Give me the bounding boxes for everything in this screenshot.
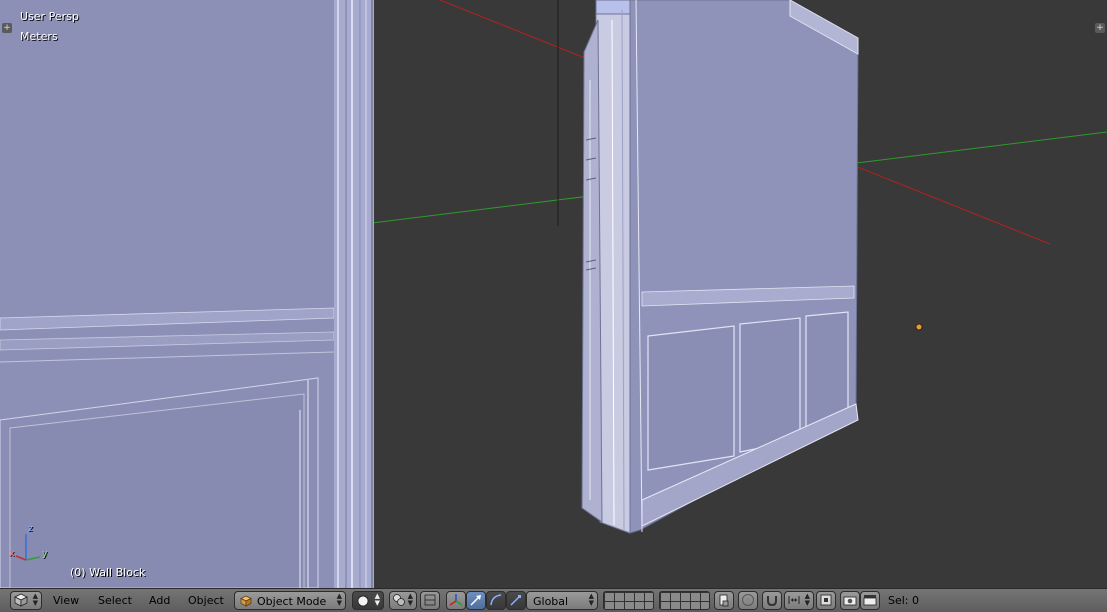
- mode-dropdown[interactable]: Object Mode ▲ ▼: [234, 591, 346, 610]
- pivot-point-button[interactable]: ▲ ▼: [389, 591, 417, 610]
- render-opengl-button[interactable]: [840, 591, 860, 610]
- selection-count: Sel: 0: [888, 594, 920, 607]
- snap-target-icon: [820, 594, 832, 606]
- snap-target-button[interactable]: [816, 591, 836, 610]
- 3d-view-cube-icon: [14, 593, 28, 607]
- mode-updown-icon: ▲ ▼: [336, 592, 342, 607]
- camera-icon: [843, 596, 857, 606]
- editor-type-button[interactable]: ▲ ▼: [10, 591, 42, 610]
- orientation-label: Global: [533, 595, 569, 608]
- snap-align-icon: [424, 594, 436, 606]
- viewport-shading-button[interactable]: ▲ ▼: [352, 591, 384, 610]
- units-label: Meters: [20, 30, 58, 43]
- manipulator-toggle-button[interactable]: [446, 591, 466, 610]
- left-pillar-mesh: [334, 0, 374, 588]
- clapperboard-icon: [863, 595, 877, 606]
- 3d-viewport[interactable]: User Persp Meters (0) Wall Block z x y +…: [0, 0, 1107, 588]
- mode-label: Object Mode: [257, 595, 327, 608]
- transform-orientation-dropdown[interactable]: Global ▲ ▼: [526, 591, 598, 610]
- gizmo-y-label: y: [42, 549, 48, 559]
- snap-increment-icon: [788, 596, 800, 604]
- door-frame-mesh: [581, 0, 631, 534]
- pivot-point-icon: [393, 594, 405, 606]
- proportional-edit-icon: [742, 594, 754, 606]
- view-menu[interactable]: View: [53, 594, 79, 607]
- region-expand-right-icon[interactable]: +: [1095, 23, 1105, 33]
- rotate-manipulator-button[interactable]: [486, 591, 506, 610]
- orientation-updown-icon: ▲ ▼: [588, 592, 594, 607]
- object-origin-dot: [915, 323, 923, 331]
- snap-updown-icon: ▲ ▼: [804, 592, 810, 607]
- add-menu[interactable]: Add: [149, 594, 170, 607]
- shading-updown-icon: ▲ ▼: [374, 592, 380, 607]
- layer-lock-icon: [719, 594, 729, 607]
- select-menu[interactable]: Select: [98, 594, 132, 607]
- snap-element-dropdown[interactable]: ▲ ▼: [784, 591, 814, 610]
- editor-type-updown-icon: ▲ ▼: [32, 592, 38, 607]
- region-expand-left-icon[interactable]: +: [2, 23, 12, 33]
- rotate-arc-icon: [490, 594, 502, 606]
- layer-buttons-group-1[interactable]: [603, 591, 654, 610]
- gizmo-z-label: z: [28, 524, 33, 534]
- render-animation-button[interactable]: [860, 591, 880, 610]
- left-wall-mesh: [0, 0, 335, 588]
- snap-toggle-button[interactable]: [420, 591, 440, 610]
- object-mode-cube-icon: [240, 595, 252, 607]
- magnet-icon: [767, 596, 777, 607]
- active-object-label: (0) Wall Block: [70, 566, 146, 579]
- scene-geometry: [0, 0, 1107, 588]
- layer-buttons-group-2[interactable]: [659, 591, 710, 610]
- gizmo-x-label: x: [9, 549, 15, 559]
- solid-shading-sphere-icon: [357, 595, 369, 607]
- snap-magnet-button[interactable]: [762, 591, 782, 610]
- lock-layers-button[interactable]: [714, 591, 734, 610]
- scale-icon: [510, 595, 521, 606]
- translate-arrow-icon: [470, 595, 481, 606]
- pivot-updown-icon: ▲ ▼: [407, 592, 413, 607]
- object-menu[interactable]: Object: [188, 594, 224, 607]
- scale-manipulator-button[interactable]: [506, 591, 526, 610]
- manipulator-toggle-icon: [449, 594, 463, 606]
- view-name-label: User Persp: [20, 10, 79, 23]
- proportional-edit-button[interactable]: [738, 591, 758, 610]
- translate-manipulator-button[interactable]: [466, 591, 486, 610]
- viewport-header: ▲ ▼ View Select Add Object Object Mode ▲ ▼…: [0, 588, 1107, 612]
- right-wall-mesh: [629, 0, 859, 534]
